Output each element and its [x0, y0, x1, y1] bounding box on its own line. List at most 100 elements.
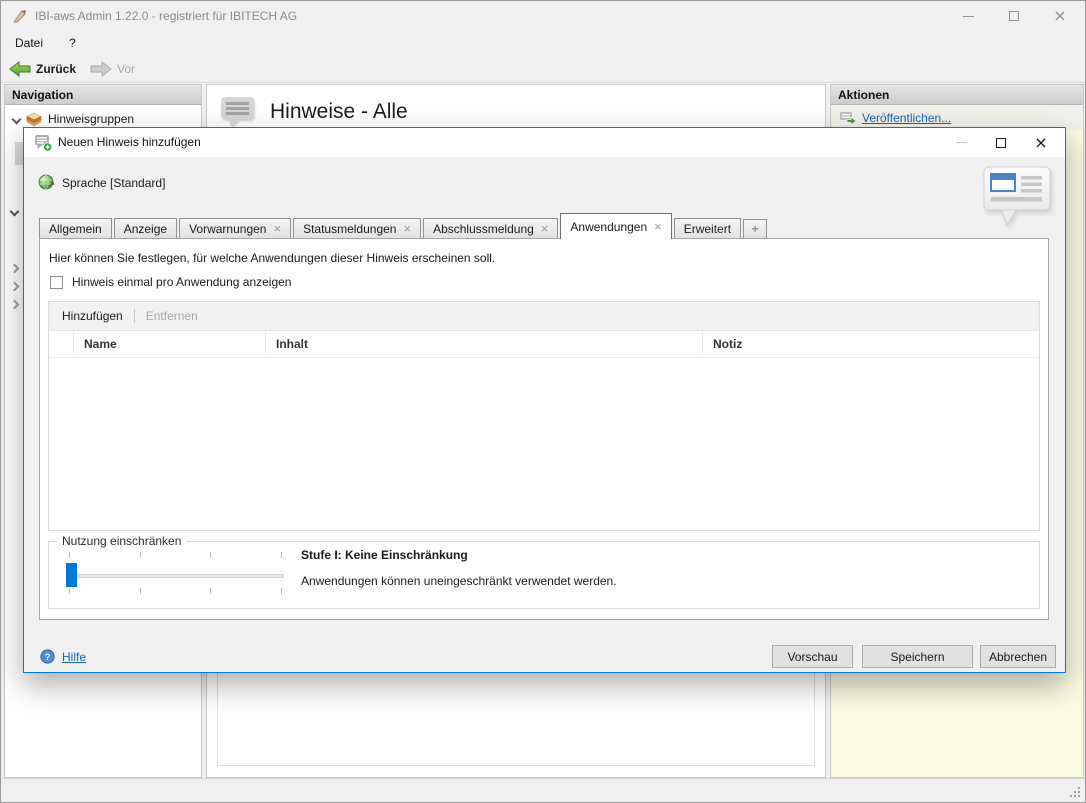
publish-action[interactable]: Veröffentlichen...: [839, 111, 951, 125]
tab-label: Abschlussmeldung: [433, 221, 534, 236]
svg-text:?: ?: [45, 652, 51, 663]
tree-item-label: Hinweisgruppen: [48, 112, 135, 126]
actions-header: Aktionen: [831, 85, 1083, 105]
maximize-button[interactable]: [991, 1, 1037, 31]
remove-application-button[interactable]: Entfernen: [146, 309, 198, 323]
minimize-button[interactable]: [945, 1, 991, 31]
tab-label: Anzeige: [123, 221, 168, 236]
table-header-inhalt[interactable]: Inhalt: [265, 331, 702, 357]
tab-allgemein[interactable]: Allgemein: [39, 218, 112, 239]
checkbox-label: Hinweis einmal pro Anwendung anzeigen: [72, 275, 292, 289]
app-window: IBI-aws Admin 1.22.0 - registriert für I…: [0, 0, 1086, 803]
publish-link[interactable]: Veröffentlichen...: [862, 111, 951, 125]
help-link[interactable]: Hilfe: [62, 650, 86, 664]
notes-bubble-icon: [221, 97, 254, 126]
resize-grip-icon[interactable]: [1078, 787, 1080, 789]
close-icon: ×: [1034, 132, 1048, 152]
table-header-blank: [49, 331, 73, 357]
tab-label: Statusmeldungen: [303, 221, 397, 236]
menu-file[interactable]: Datei: [15, 36, 43, 50]
slider-ticks-top: [69, 552, 282, 558]
chevron-right-icon[interactable]: [9, 263, 20, 274]
tab-abschlussmeldung[interactable]: Abschlussmeldung ×: [423, 218, 559, 239]
help-icon: ?: [40, 649, 55, 664]
save-button[interactable]: Speichern: [862, 645, 973, 668]
main-titlebar: IBI-aws Admin 1.22.0 - registriert für I…: [1, 1, 1085, 31]
tab-add-button[interactable]: +: [743, 219, 768, 239]
watermark-bubble-icon: [983, 166, 1051, 227]
tab-statusmeldungen[interactable]: Statusmeldungen ×: [293, 218, 422, 239]
once-per-app-option[interactable]: Hinweis einmal pro Anwendung anzeigen: [50, 275, 291, 289]
add-note-dialog: Neuen Hinweis hinzufügen × Sprache [Stan…: [23, 127, 1066, 673]
preview-button[interactable]: Vorschau: [772, 645, 853, 668]
forward-arrow-icon: [90, 60, 112, 77]
dialog-maximize-button[interactable]: [981, 128, 1021, 157]
cancel-button[interactable]: Abbrechen: [980, 645, 1056, 668]
maximize-icon: [1009, 11, 1019, 21]
add-application-button[interactable]: Hinzufügen: [62, 309, 123, 323]
tab-close-icon[interactable]: ×: [403, 222, 411, 235]
tab-label: Allgemein: [49, 221, 102, 236]
tab-vorwarnungen[interactable]: Vorwarnungen ×: [179, 218, 292, 239]
language-label: Sprache [Standard]: [62, 175, 166, 190]
tab-label: Anwendungen: [570, 219, 648, 234]
add-note-icon: [35, 135, 53, 152]
tab-erweitert[interactable]: Erweitert: [673, 218, 742, 239]
app-logo-icon: [13, 10, 26, 23]
tab-close-icon[interactable]: ×: [273, 222, 281, 235]
slider-thumb[interactable]: [66, 563, 77, 587]
plus-icon: +: [751, 222, 759, 236]
menu-help[interactable]: ?: [69, 36, 76, 50]
tab-anzeige[interactable]: Anzeige: [113, 218, 178, 239]
tab-close-icon[interactable]: ×: [541, 222, 549, 235]
toolbar-separator: [133, 309, 135, 323]
list-toolbar: Hinzufügen Entfernen: [49, 302, 1039, 331]
table-header-notiz[interactable]: Notiz: [702, 331, 1039, 357]
maximize-icon: [996, 137, 1006, 148]
group-package-icon: [26, 112, 42, 126]
minimize-icon: [955, 142, 967, 143]
status-bar: [1, 778, 1085, 802]
menu-bar: Datei ?: [1, 31, 1085, 55]
table-header-name[interactable]: Name: [73, 331, 265, 357]
usage-restriction-group: Nutzung einschränken Stufe I: Keine Eins…: [48, 534, 1040, 609]
restriction-slider[interactable]: [66, 574, 284, 578]
tree-item-hinweisgruppen[interactable]: Hinweisgruppen: [5, 109, 201, 129]
tab-close-icon[interactable]: ×: [654, 220, 662, 233]
dialog-close-button[interactable]: ×: [1021, 128, 1061, 157]
restriction-level-description: Anwendungen können uneingeschränkt verwe…: [301, 574, 617, 588]
tab-anwendungen[interactable]: Anwendungen ×: [560, 213, 672, 239]
language-selector[interactable]: Sprache [Standard]: [38, 174, 165, 191]
publish-icon: [840, 112, 856, 125]
close-button[interactable]: ×: [1037, 1, 1083, 31]
table-header-row: Name Inhalt Notiz: [49, 331, 1039, 358]
checkbox[interactable]: [50, 275, 63, 289]
chevron-right-icon[interactable]: [9, 299, 20, 310]
navigation-header: Navigation: [5, 85, 201, 105]
tab-label: Vorwarnungen: [189, 221, 267, 236]
back-button[interactable]: Zurück: [9, 60, 77, 77]
forward-button[interactable]: Vor: [90, 60, 136, 77]
chevron-down-icon[interactable]: [11, 114, 22, 124]
help-action[interactable]: ? Hilfe: [40, 649, 86, 664]
chevron-down-icon[interactable]: [9, 206, 20, 217]
dialog-tabs: Allgemein Anzeige Vorwarnungen × Statusme…: [39, 213, 769, 239]
window-title: IBI-aws Admin 1.22.0 - registriert für I…: [35, 9, 298, 23]
dialog-titlebar: Neuen Hinweis hinzufügen ×: [24, 128, 1065, 157]
close-icon: ×: [1053, 6, 1067, 25]
anwendungen-tab-page: Hier können Sie festlegen, für welche An…: [39, 238, 1049, 620]
restriction-level-title: Stufe I: Keine Einschränkung: [301, 548, 468, 562]
dialog-title: Neuen Hinweis hinzufügen: [58, 135, 201, 149]
minimize-icon: [962, 15, 974, 17]
group-legend: Nutzung einschränken: [57, 534, 187, 548]
chevron-right-icon[interactable]: [9, 281, 20, 292]
applications-list: Hinzufügen Entfernen Name Inhalt Notiz: [48, 301, 1040, 531]
globe-icon: [38, 174, 55, 190]
dialog-minimize-button[interactable]: [941, 128, 981, 157]
nav-toolbar: Zurück Vor: [1, 55, 1085, 83]
forward-label: Vor: [117, 61, 136, 76]
tab-label: Erweitert: [683, 221, 732, 236]
back-label: Zurück: [36, 61, 77, 76]
instruction-text: Hier können Sie festlegen, für welche An…: [49, 251, 496, 265]
back-arrow-icon: [9, 60, 31, 77]
